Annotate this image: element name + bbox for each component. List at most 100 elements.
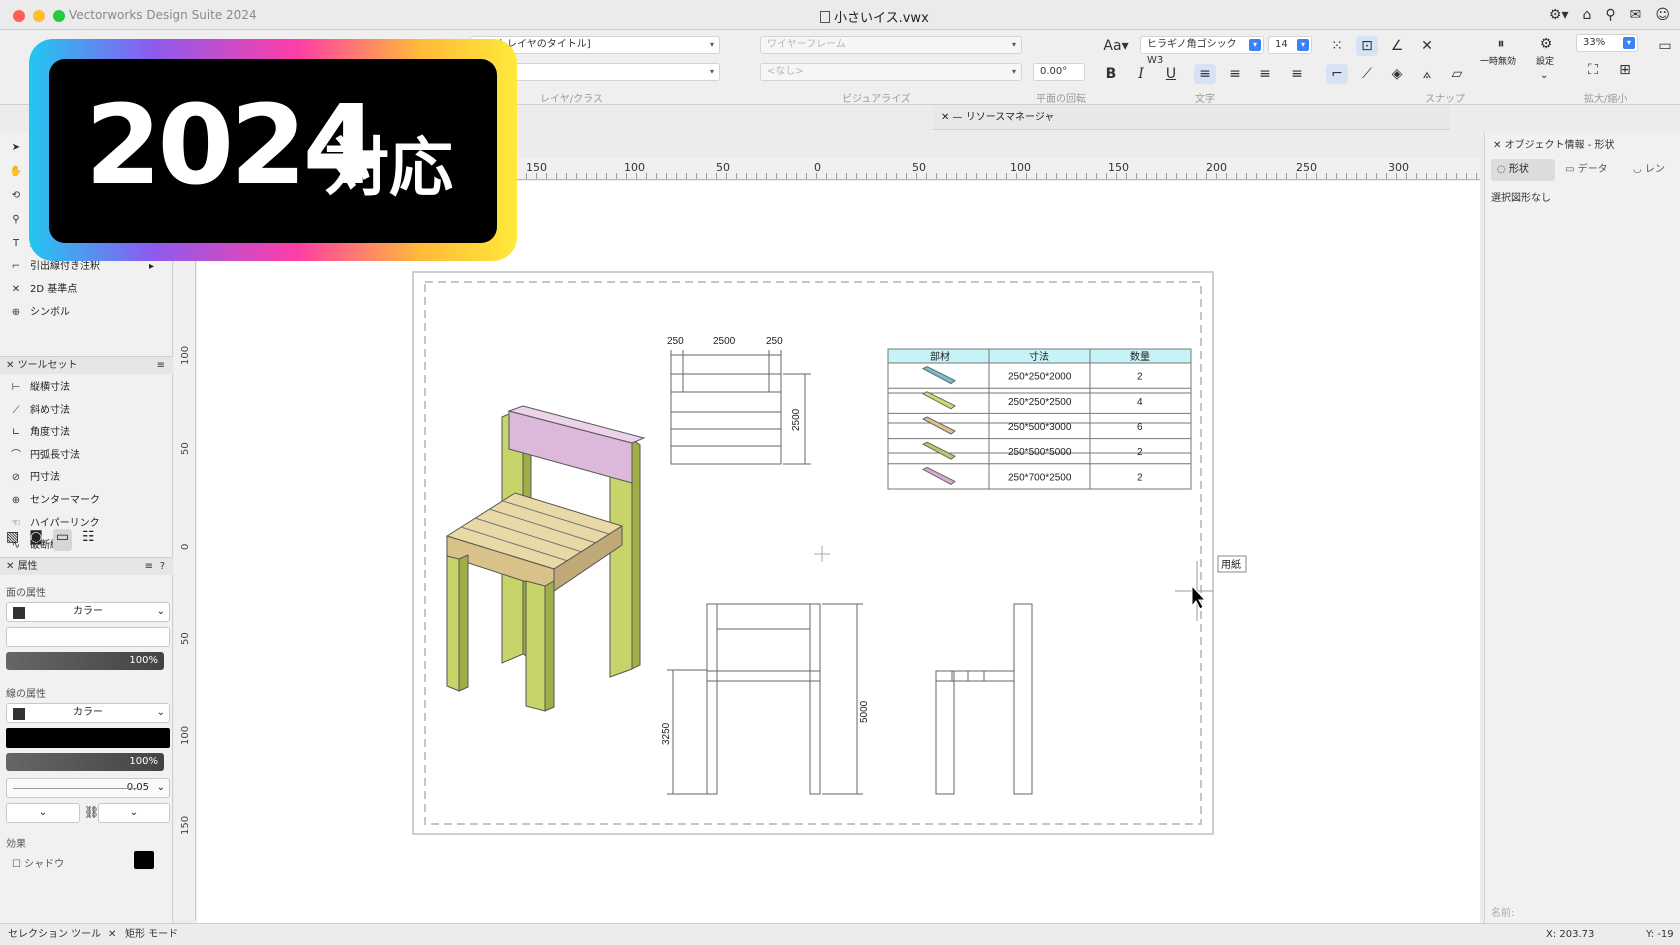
- ruler-label: 100: [180, 725, 191, 745]
- fill-opacity-bar[interactable]: 100%: [6, 652, 164, 670]
- start-marker-dropdown[interactable]: ⌄: [6, 803, 80, 823]
- magnifier-icon: ⚲: [12, 214, 20, 225]
- projection-dropdown[interactable]: <なし> ▾: [760, 63, 1022, 81]
- toolset-item[interactable]: ⊢ 縦横寸法: [8, 377, 168, 399]
- table-cell-size: 250*500*5000: [1008, 447, 1072, 458]
- fit-to-objects-icon[interactable]: ⊞: [1614, 60, 1636, 80]
- bold-button[interactable]: B: [1100, 64, 1122, 84]
- object-info-close-icon[interactable]: ✕: [1493, 140, 1505, 151]
- tool-item[interactable]: ✕ 2D 基準点: [8, 279, 168, 301]
- justify-button[interactable]: ≡: [1286, 64, 1308, 84]
- font-size-aa-icon[interactable]: Aa▾: [1100, 36, 1132, 56]
- render-icon: ◡: [1633, 164, 1645, 175]
- line-weight-field[interactable]: 0.05⌄: [6, 778, 170, 798]
- user-icon[interactable]: ☺: [1655, 7, 1670, 23]
- zoom-field[interactable]: 33% ▾: [1576, 34, 1638, 52]
- pause-icon[interactable]: ⏸: [1490, 34, 1512, 54]
- end-marker-dropdown[interactable]: ⌄: [98, 803, 170, 823]
- font-dropdown-arrow-icon: ▾: [1249, 39, 1261, 51]
- fill-color-field[interactable]: [6, 627, 170, 647]
- toolset-menu-icon[interactable]: ≡: [157, 357, 165, 375]
- effects-label: 効果: [6, 839, 26, 850]
- close-window-button[interactable]: [13, 10, 25, 22]
- tool-label: 2D 基準点: [30, 284, 78, 295]
- line-type-dropdown[interactable]: カラー ⌄: [6, 703, 170, 723]
- minimize-window-button[interactable]: [33, 10, 45, 22]
- drawing-svg: 250 2500 250 2500 250*250*2000 2 250*250*2…: [412, 271, 1247, 835]
- toolset-item[interactable]: ⊘ 円寸法: [8, 467, 168, 489]
- toolset-item[interactable]: ∟ 角度寸法: [8, 422, 168, 444]
- attributes-menu-icon[interactable]: ≡: [145, 558, 153, 576]
- resource-manager-close-icon[interactable]: ✕ —: [941, 112, 966, 123]
- snap-distance-icon[interactable]: ⌐: [1326, 64, 1348, 84]
- snap-edge-icon[interactable]: ◈: [1386, 64, 1408, 84]
- align-left-button[interactable]: ≡: [1194, 64, 1216, 84]
- link-markers-icon[interactable]: ⛓: [84, 805, 99, 819]
- toolset-basic-icon[interactable]: ▧: [6, 529, 19, 551]
- line-weight-chevron-icon: ⌄: [156, 782, 165, 793]
- snap-grid-icon[interactable]: ⁙: [1326, 36, 1348, 56]
- toolset-dims-icon[interactable]: ▭: [52, 529, 73, 551]
- search-icon[interactable]: ⚲: [1605, 7, 1615, 23]
- snap-working-plane-icon[interactable]: ▱: [1446, 64, 1468, 84]
- render-mode-dropdown[interactable]: ワイヤーフレーム ▾: [760, 36, 1022, 54]
- text-tool-icon: T: [12, 238, 20, 249]
- drawing-canvas[interactable]: 250 2500 250 2500 250*250*2000 2 250*250*2…: [197, 181, 1480, 923]
- table-cell-size: 250*250*2500: [1008, 397, 1072, 408]
- mail-icon[interactable]: ✉: [1630, 7, 1642, 23]
- toolset-item[interactable]: ⌒ 円弧長寸法: [8, 445, 168, 467]
- snap-tangent-icon[interactable]: ⟑: [1416, 64, 1438, 84]
- toolset-building-icon[interactable]: ☷: [82, 529, 95, 551]
- snap-smart-point-icon[interactable]: ⟋: [1356, 64, 1378, 84]
- underline-button[interactable]: U: [1160, 64, 1182, 84]
- rotation-field[interactable]: 0.00°: [1033, 63, 1085, 81]
- fit-to-window-icon[interactable]: ⛶: [1582, 60, 1604, 80]
- ruler-label: 50: [716, 161, 730, 174]
- snap-angle-icon[interactable]: ∠: [1386, 36, 1408, 56]
- font-dropdown[interactable]: ヒラギノ角ゴシック W3 ▾: [1140, 36, 1264, 66]
- line-color-field[interactable]: [6, 728, 170, 748]
- gear-icon[interactable]: ⚙▾: [1549, 7, 1569, 23]
- shadow-checkbox[interactable]: ☐ シャドウ: [12, 855, 64, 870]
- toolset-item-label: ハイパーリンク: [30, 517, 100, 529]
- home-icon[interactable]: ⌂: [1583, 7, 1592, 23]
- tab-render[interactable]: ◡ レン: [1627, 159, 1680, 181]
- callout-icon: ⌐: [11, 261, 21, 272]
- toolset-item[interactable]: ⊕ センターマーク: [8, 490, 168, 512]
- toolset-close-icon[interactable]: ✕: [6, 360, 18, 371]
- dim-front-right: 5000: [859, 700, 870, 723]
- visualize-label: ビジュアライズ: [842, 94, 911, 105]
- align-right-button[interactable]: ≡: [1254, 64, 1276, 84]
- line-opacity-bar[interactable]: 100%: [6, 753, 164, 771]
- align-center-button[interactable]: ≡: [1224, 64, 1246, 84]
- tab-shape[interactable]: ◌ 形状: [1491, 159, 1555, 181]
- attributes-help-icon[interactable]: ?: [160, 558, 165, 576]
- status-x: X: 203.73: [1546, 929, 1595, 940]
- fill-type-dropdown[interactable]: カラー ⌄: [6, 602, 170, 622]
- font-size-dropdown[interactable]: 14 ▾: [1268, 36, 1312, 54]
- table-cell-qty: 2: [1137, 372, 1143, 383]
- settings-chevron-icon[interactable]: ⌄: [1540, 70, 1548, 81]
- tool-item[interactable]: ⊕ シンボル: [8, 302, 168, 324]
- ruler-label: 100: [1010, 161, 1031, 174]
- italic-button[interactable]: I: [1130, 64, 1152, 84]
- snap-object-icon[interactable]: ⊡: [1356, 36, 1378, 56]
- snap-intersection-icon[interactable]: ✕: [1416, 36, 1438, 56]
- shadow-color-swatch[interactable]: [134, 851, 154, 869]
- settings-gear-icon[interactable]: ⚙: [1535, 34, 1557, 54]
- toolset-camera-icon[interactable]: ◙: [29, 529, 43, 551]
- ruler-label: 100: [624, 161, 645, 174]
- table-cell-qty: 2: [1137, 472, 1143, 483]
- tool-label: 引出線付き注釈: [30, 261, 100, 272]
- object-info-header: ✕ オブジェクト情報 - 形状: [1485, 135, 1680, 157]
- object-info-tabs: ◌ 形状 ▭ データ ◡ レン: [1485, 159, 1680, 181]
- ruler-label: 50: [180, 442, 191, 455]
- zoom-value: 33%: [1583, 37, 1606, 48]
- toolset-item[interactable]: ⟋ 斜め寸法: [8, 400, 168, 422]
- table-cell-qty: 2: [1137, 447, 1143, 458]
- overflow-icon[interactable]: ▭: [1654, 36, 1676, 56]
- attributes-close-icon[interactable]: ✕: [6, 561, 18, 572]
- settings-label: 設定: [1536, 57, 1555, 67]
- tab-data[interactable]: ▭ データ: [1559, 159, 1623, 181]
- zoom-window-button[interactable]: [53, 10, 65, 22]
